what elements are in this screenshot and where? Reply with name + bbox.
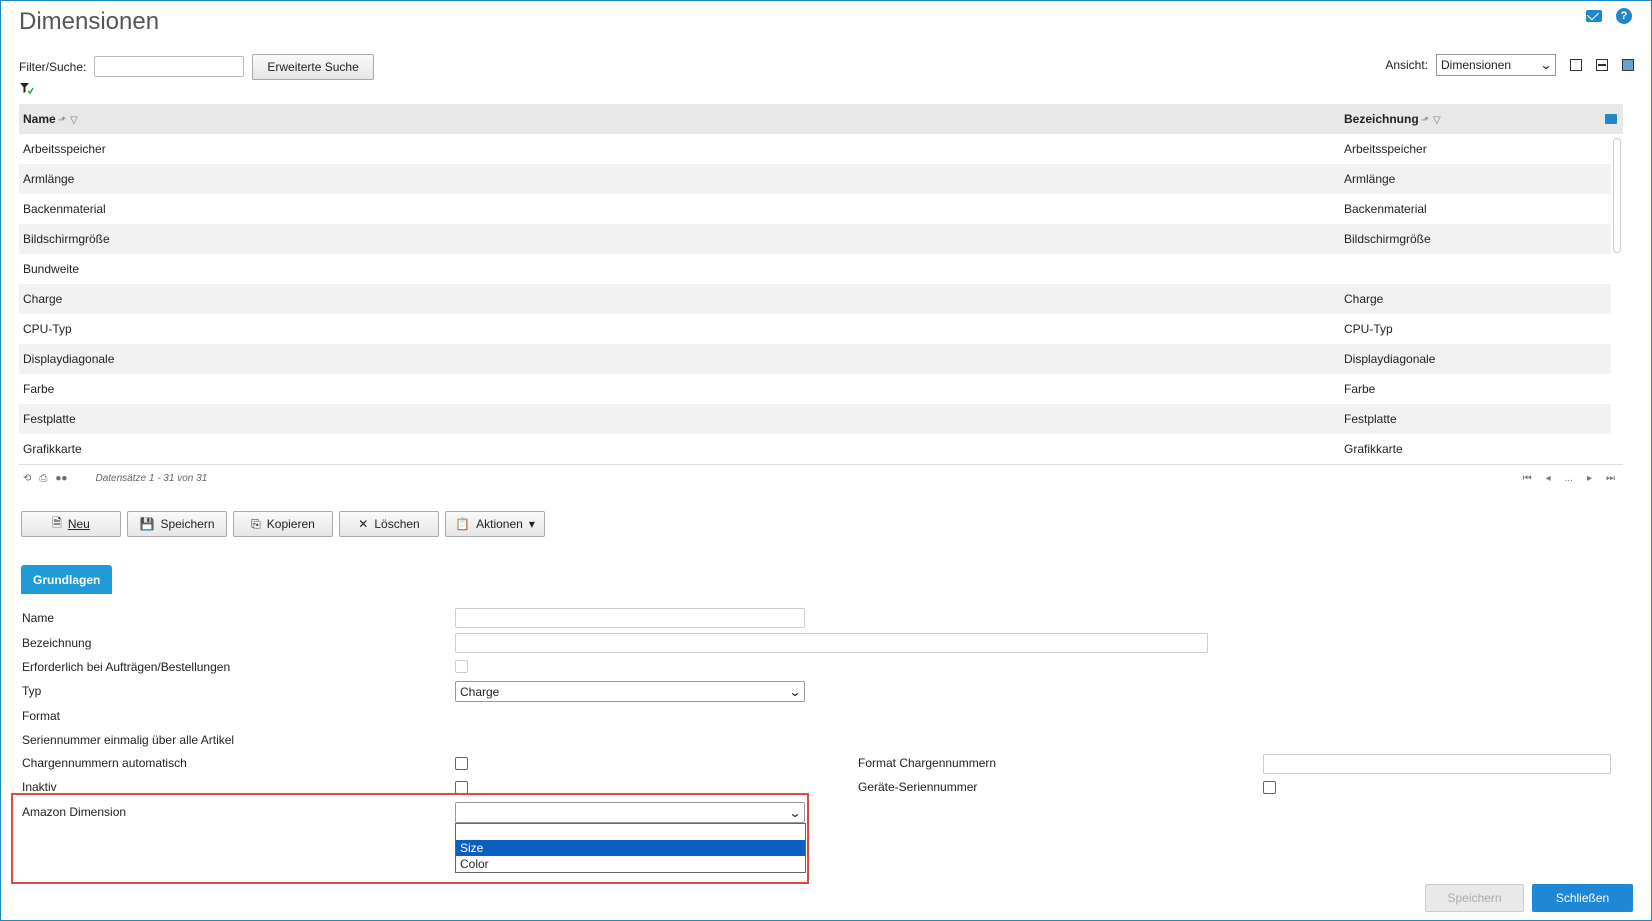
table-row[interactable]: Grafikkarte Grafikkarte [19,434,1611,464]
action-bar: 🗎 Neu 💾 Speichern ⎘ Kopieren ✕ Löschen 📋 Akti… [21,511,545,537]
column-header-name[interactable]: Name ⬏ ▽ [23,112,78,126]
new-button[interactable]: 🗎 Neu [21,511,121,537]
table-row[interactable]: Farbe Farbe [19,374,1611,404]
required-label: Erforderlich bei Aufträgen/Bestellungen [22,660,231,674]
layout-full-icon[interactable] [1622,59,1634,71]
format-charge-label: Format Chargennummern [858,756,997,770]
filter-input[interactable] [94,56,245,77]
clipboard-icon: 📋 [455,517,471,531]
table-row[interactable]: Charge Charge [19,284,1611,314]
tab-grundlagen[interactable]: Grundlagen [21,565,113,594]
close-button[interactable]: Schließen [1532,884,1633,912]
help-icon[interactable]: ? [1616,8,1632,24]
format-label: Format [22,709,61,723]
view-select[interactable]: Dimensionen ⌄ [1436,54,1556,76]
column-settings-icon[interactable] [1605,114,1617,124]
filter-active-icon[interactable] [20,83,34,95]
document-icon: 🗎 [52,515,62,530]
grid-body: Arbeitsspeicher Arbeitsspeicher Armlänge A… [19,134,1623,464]
amazon-dimension-options: Size Color [455,823,806,873]
inaktiv-label: Inaktiv [22,780,57,794]
settings-dots-icon[interactable]: ●● [55,473,67,484]
view-select-value: Dimensionen [1441,58,1512,72]
mail-icon[interactable] [1586,10,1602,22]
view-label: Ansicht: [1385,58,1428,72]
chevron-down-icon: ⌄ [1539,58,1553,72]
required-checkbox[interactable] [455,660,468,673]
amazon-dimension-select[interactable]: ⌄ [455,802,805,823]
format-charge-field[interactable] [1263,754,1611,774]
device-serial-label: Geräte-Seriennummer [858,780,978,794]
sort-icon[interactable]: ⬏ [1421,115,1429,126]
typ-select[interactable]: Charge ⌄ [455,681,805,702]
option-size[interactable]: Size [456,840,805,856]
top-icons: ? [1586,8,1632,24]
name-field[interactable] [455,608,805,628]
serial-unique-label: Seriennummer einmalig über alle Artikel [22,733,235,747]
table-row[interactable]: CPU-Typ CPU-Typ [19,314,1611,344]
chevron-down-icon: ⌄ [788,684,802,699]
column-filter-icon[interactable]: ▽ [70,115,78,126]
caret-down-icon: ▾ [528,517,535,531]
grid-scrollbar[interactable] [1613,138,1621,253]
column-filter-icon[interactable]: ▽ [1433,115,1441,126]
data-grid: Name ⬏ ▽ Bezeichnung ⬏ ▽ Arbeitsspeicher Arbe… [19,104,1623,492]
column-header-bezeichnung[interactable]: Bezeichnung ⬏ ▽ [1344,112,1441,126]
close-icon: ✕ [358,517,369,531]
option-empty[interactable] [456,824,805,840]
refresh-icon[interactable]: ⟲ [23,473,31,484]
option-color[interactable]: Color [456,856,805,872]
pager: ⏮ ◂ ... ▸ ⏭ [1523,473,1615,484]
sort-icon[interactable]: ⬏ [58,115,66,126]
floppy-icon: 💾 [139,517,155,531]
grid-header: Name ⬏ ▽ Bezeichnung ⬏ ▽ [19,104,1623,134]
layout-split-icon[interactable] [1596,59,1608,71]
bezeichnung-field[interactable] [455,633,1208,653]
charge-auto-label: Chargennummern automatisch [22,756,187,770]
actions-button[interactable]: 📋 Aktionen ▾ [445,511,545,537]
layout-single-icon[interactable] [1570,59,1582,71]
footer-save-button[interactable]: Speichern [1425,884,1524,912]
next-page-icon[interactable]: ▸ [1587,473,1592,484]
amazon-dimension-label: Amazon Dimension [22,805,127,819]
prev-page-icon[interactable]: ◂ [1546,473,1551,484]
charge-auto-checkbox[interactable] [455,757,468,770]
filter-label: Filter/Suche: [19,59,87,74]
name-label: Name [22,611,55,625]
last-page-icon[interactable]: ⏭ [1606,473,1615,484]
chevron-down-icon: ⌄ [788,805,802,820]
typ-label: Typ [22,684,42,698]
view-bar: Ansicht: Dimensionen ⌄ [1385,53,1634,77]
copy-icon: ⎘ [251,516,261,531]
grid-footer: ⟲ ⎙ ●● Datensätze 1 - 31 von 31 ⏮ ◂ ... … [19,464,1623,492]
typ-select-value: Charge [460,684,500,699]
device-serial-checkbox[interactable] [1263,781,1276,794]
records-count: Datensätze 1 - 31 von 31 [95,473,208,484]
print-icon[interactable]: ⎙ [39,473,47,484]
advanced-search-button[interactable]: Erweiterte Suche [252,53,374,80]
delete-button[interactable]: ✕ Löschen [339,511,439,537]
copy-button[interactable]: ⎘ Kopieren [233,511,333,537]
save-button[interactable]: 💾 Speichern [127,511,227,537]
first-page-icon[interactable]: ⏮ [1523,473,1532,484]
table-row[interactable]: Arbeitsspeicher Arbeitsspeicher [19,134,1611,164]
table-row[interactable]: Bundweite [19,254,1611,284]
footer-buttons: Speichern Schließen [1425,884,1633,912]
table-row[interactable]: Bildschirmgröße Bildschirmgröße [19,224,1611,254]
bezeichnung-label: Bezeichnung [22,636,92,650]
filter-bar: Filter/Suche: Erweiterte Suche [19,53,374,80]
page-title: Dimensionen [19,8,160,35]
table-row[interactable]: Armlänge Armlänge [19,164,1611,194]
table-row[interactable]: Festplatte Festplatte [19,404,1611,434]
table-row[interactable]: Backenmaterial Backenmaterial [19,194,1611,224]
page-ellipsis: ... [1564,473,1573,484]
table-row[interactable]: Displaydiagonale Displaydiagonale [19,344,1611,374]
